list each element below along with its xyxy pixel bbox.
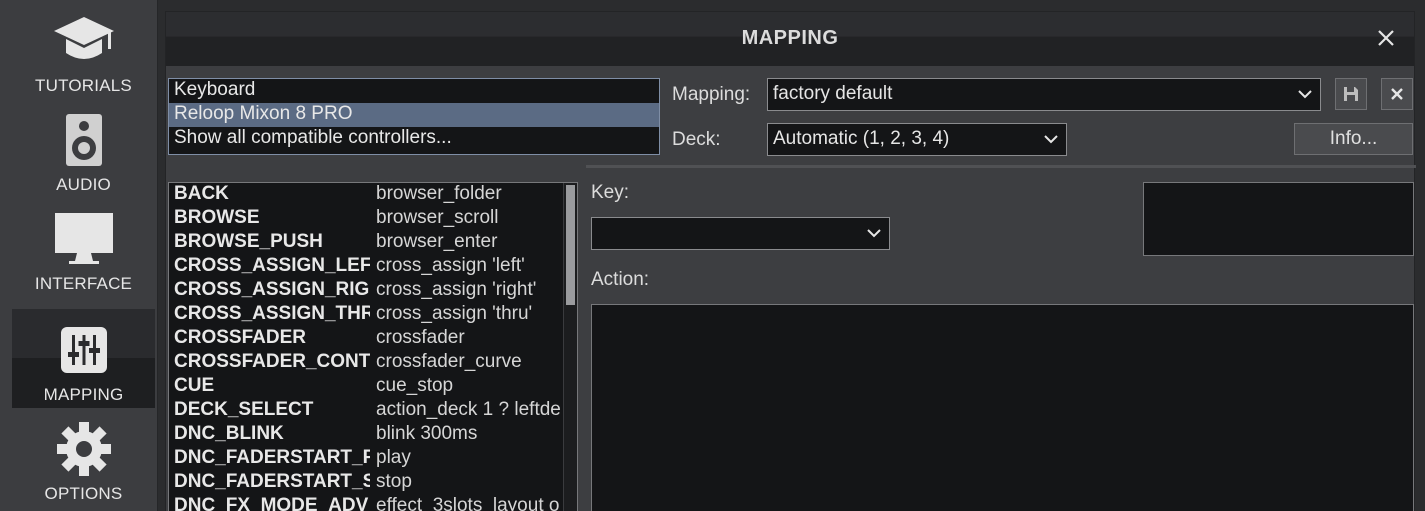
key-row[interactable]: DECK_SELECT action_deck 1 ? leftdeck — [169, 399, 577, 423]
key-row[interactable]: BACK browser_folder — [169, 183, 577, 207]
chevron-down-icon — [1044, 124, 1058, 155]
key-action: browser_folder — [376, 183, 502, 204]
speaker-icon — [12, 109, 155, 171]
sidebar-item-label: AUDIO — [56, 175, 111, 194]
key-name: DNC_FX_MODE_ADV — [174, 495, 369, 511]
close-button[interactable] — [1372, 24, 1400, 52]
graduation-cap-icon — [12, 10, 155, 72]
key-name: CROSS_ASSIGN_RIGHT — [174, 279, 370, 300]
sliders-icon — [12, 319, 155, 381]
sidebar-item-mapping[interactable]: MAPPING — [12, 309, 155, 408]
sidebar-item-audio[interactable]: AUDIO — [12, 99, 155, 198]
key-name: CUE — [174, 375, 215, 396]
key-row[interactable]: DNC_FX_MODE_ADV effect_3slots_layout on — [169, 495, 577, 511]
close-icon — [1378, 30, 1394, 46]
gear-icon — [12, 418, 155, 480]
key-action: crossfader — [376, 327, 465, 348]
action-editor[interactable] — [591, 304, 1414, 511]
controller-item-show-all[interactable]: Show all compatible controllers... — [169, 127, 659, 151]
key-row[interactable]: BROWSE browser_scroll — [169, 207, 577, 231]
sidebar: TUTORIALS AUDIO INTERFACE MAPPING OPTION… — [0, 0, 158, 511]
sidebar-item-tutorials[interactable]: TUTORIALS — [12, 0, 155, 99]
key-action: cross_assign 'right' — [376, 279, 537, 300]
key-preview-box — [1143, 182, 1414, 256]
sidebar-item-label: TUTORIALS — [35, 76, 132, 95]
key-name: BACK — [174, 183, 229, 204]
key-row[interactable]: CUE cue_stop — [169, 375, 577, 399]
key-action: browser_scroll — [376, 207, 499, 228]
key-name: CROSSFADER — [174, 327, 306, 348]
key-action: cross_assign 'thru' — [376, 303, 533, 324]
deck-value: Automatic (1, 2, 3, 4) — [773, 128, 950, 149]
action-label: Action: — [591, 269, 650, 290]
key-row[interactable]: CROSSFADER_CONTOUR crossfader_curve — [169, 351, 577, 375]
key-name: DECK_SELECT — [174, 399, 314, 420]
sidebar-item-options[interactable]: OPTIONS — [12, 408, 155, 507]
key-row[interactable]: BROWSE_PUSH browser_enter — [169, 231, 577, 255]
key-row[interactable]: CROSS_ASSIGN_THRU cross_assign 'thru' — [169, 303, 577, 327]
key-action: play — [376, 447, 411, 468]
deck-select[interactable]: Automatic (1, 2, 3, 4) — [767, 123, 1067, 156]
key-action: browser_enter — [376, 231, 498, 252]
key-name: CROSS_ASSIGN_THRU — [174, 303, 370, 324]
delete-icon — [1391, 88, 1403, 100]
delete-mapping-button[interactable] — [1381, 78, 1413, 110]
key-action: cross_assign 'left' — [376, 255, 525, 276]
save-icon — [1344, 87, 1358, 101]
chevron-down-icon — [1298, 79, 1312, 110]
mapping-select[interactable]: factory default — [767, 78, 1321, 111]
controller-list[interactable]: Keyboard Reloop Mixon 8 PRO Show all com… — [168, 78, 660, 155]
key-action: effect_3slots_layout on — [376, 495, 560, 511]
save-mapping-button[interactable] — [1335, 78, 1367, 110]
key-action: action_deck 1 ? leftdeck — [376, 399, 560, 420]
key-row[interactable]: CROSS_ASSIGN_LEFT cross_assign 'left' — [169, 255, 577, 279]
key-action: cue_stop — [376, 375, 454, 396]
key-row[interactable]: CROSSFADER crossfader — [169, 327, 577, 351]
controller-item-reloop[interactable]: Reloop Mixon 8 PRO — [169, 103, 659, 127]
key-row[interactable]: DNC_FADERSTART_PLAY play — [169, 447, 577, 471]
key-row[interactable]: CROSS_ASSIGN_RIGHT cross_assign 'right' — [169, 279, 577, 303]
sidebar-item-label: OPTIONS — [44, 484, 123, 503]
scroll-thumb[interactable] — [566, 185, 575, 305]
sidebar-item-label: INTERFACE — [34, 274, 133, 293]
key-select[interactable] — [591, 217, 890, 250]
page-title: MAPPING — [741, 27, 839, 49]
key-action: blink 300ms — [376, 423, 478, 444]
info-button[interactable]: Info... — [1294, 123, 1413, 155]
controller-item-keyboard[interactable]: Keyboard — [169, 79, 659, 103]
sidebar-item-interface[interactable]: INTERFACE — [12, 198, 155, 297]
mapping-value: factory default — [773, 83, 893, 104]
chevron-down-icon — [867, 218, 881, 249]
key-rows: BACK browser_folder BROWSE browser_scroll BR… — [169, 183, 577, 511]
key-name: CROSSFADER_CONTOUR — [174, 351, 370, 372]
sidebar-item-label: MAPPING — [43, 385, 124, 404]
key-name: BROWSE — [174, 207, 260, 228]
deck-label: Deck: — [672, 129, 721, 150]
mapping-dialog: MAPPING Keyboard Reloop Mixon 8 PRO Show… — [165, 11, 1416, 511]
key-row[interactable]: DNC_BLINK blink 300ms — [169, 423, 577, 447]
key-list-scrollbar[interactable] — [563, 183, 577, 511]
key-name: CROSS_ASSIGN_LEFT — [174, 255, 370, 276]
monitor-icon — [12, 208, 155, 270]
mapping-label: Mapping: — [672, 84, 751, 105]
key-action: crossfader_curve — [376, 351, 522, 372]
key-action: stop — [376, 471, 412, 492]
key-name: BROWSE_PUSH — [174, 231, 323, 252]
key-row[interactable]: DNC_FADERSTART_STOP stop — [169, 471, 577, 495]
divider — [586, 165, 1416, 168]
key-name: DNC_FADERSTART_PLAY — [174, 447, 370, 468]
key-list[interactable]: BACK browser_folder BROWSE browser_scroll BR… — [168, 182, 578, 511]
dialog-titlebar: MAPPING — [166, 12, 1414, 66]
key-name: DNC_FADERSTART_STOP — [174, 471, 370, 492]
key-label: Key: — [591, 182, 630, 203]
key-name: DNC_BLINK — [174, 423, 284, 444]
